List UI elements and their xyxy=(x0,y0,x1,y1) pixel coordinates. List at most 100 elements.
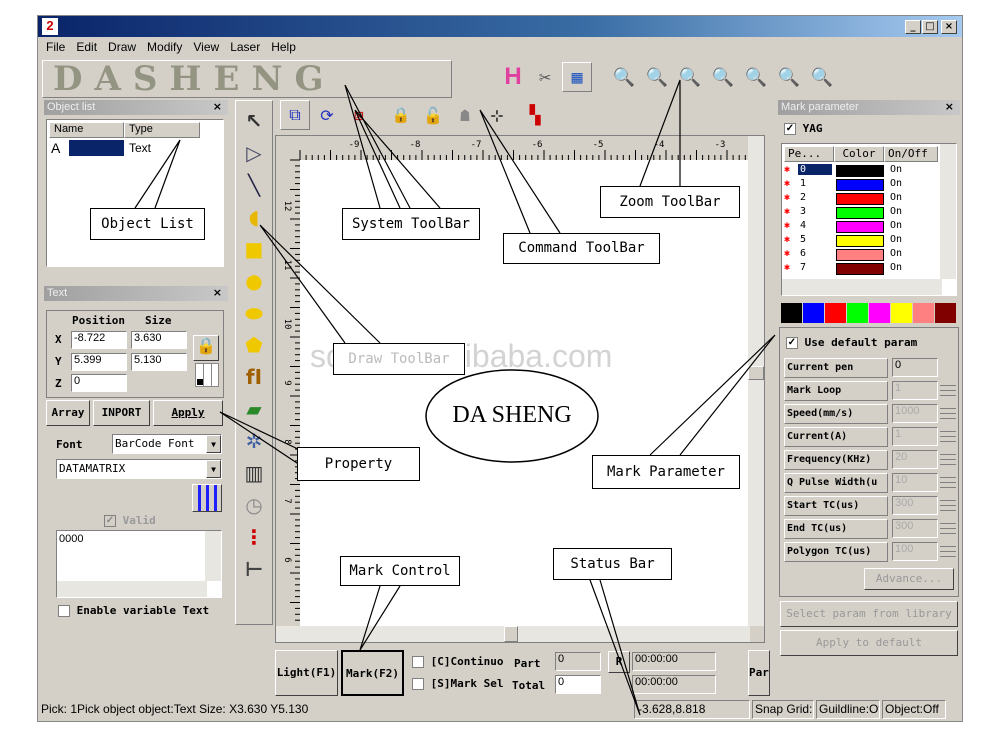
vector-file-icon[interactable]: ✲ xyxy=(240,427,268,455)
circle-icon[interactable]: ● xyxy=(240,267,268,295)
barcode-settings-button[interactable] xyxy=(192,484,222,512)
object-name[interactable]: A xyxy=(51,140,60,156)
menu-file[interactable]: File xyxy=(46,40,65,54)
pen-list[interactable]: Pe... Color On/Off ✱ 0 On ✱ 1 On ✱ 2 On ✱ 3 On ✱ 4 On ✱… xyxy=(781,143,957,296)
rotate-group-icon[interactable]: ⟳ xyxy=(312,100,342,130)
param-value-input[interactable]: 1000 xyxy=(892,404,938,423)
mark-sel-checkbox[interactable]: [S]Mark Sel xyxy=(412,677,503,690)
column-on-off[interactable]: On/Off xyxy=(884,146,938,162)
close-button[interactable]: × xyxy=(941,20,957,34)
menu-edit[interactable]: Edit xyxy=(76,40,97,54)
advance-button[interactable]: Advance... xyxy=(864,568,954,590)
horizontal-scrollbar[interactable] xyxy=(57,581,207,597)
node-edit-icon[interactable]: ▷ xyxy=(240,139,268,167)
zoom-in-icon[interactable]: 🔍 xyxy=(643,62,671,92)
zoom-out-icon[interactable]: 🔍 xyxy=(709,62,737,92)
spin-button[interactable] xyxy=(940,496,956,515)
object-list[interactable]: Name Type A Text xyxy=(46,119,224,267)
unlock-icon[interactable]: 🔓 xyxy=(418,100,448,130)
polygon-icon[interactable]: ⬟ xyxy=(240,331,268,359)
palette-color-swatch[interactable] xyxy=(825,303,846,323)
zoom-window-icon[interactable]: 🔍 xyxy=(775,62,803,92)
tools-icon[interactable]: ✂ xyxy=(530,62,560,92)
menu-view[interactable]: View xyxy=(193,40,219,54)
scroll-thumb[interactable] xyxy=(504,626,518,642)
y-position-input[interactable]: 5.399 xyxy=(71,353,127,371)
param-value-input[interactable]: 100 xyxy=(892,542,938,561)
import-button[interactable]: INPORT xyxy=(93,400,150,426)
x-position-input[interactable]: -8.722 xyxy=(71,331,127,349)
lock-ratio-button[interactable]: 🔒 xyxy=(193,335,219,361)
pen-row[interactable]: ✱ 0 On xyxy=(784,164,954,178)
enable-variable-text-checkbox[interactable]: Enable variable Text xyxy=(58,604,209,617)
use-default-param-checkbox[interactable]: ✓ Use default param xyxy=(786,336,917,349)
snap-grid-status[interactable]: Snap Grid:( xyxy=(752,700,814,719)
delay-icon[interactable]: ⊢ xyxy=(240,555,268,583)
column-pen[interactable]: Pe... xyxy=(784,146,834,162)
scroll-thumb[interactable] xyxy=(748,366,764,380)
param-value-input[interactable]: 0 xyxy=(892,358,938,377)
pen-row[interactable]: ✱ 7 On xyxy=(784,262,954,276)
palette-color-swatch[interactable] xyxy=(781,303,802,323)
image-icon[interactable]: ▰ xyxy=(240,395,268,423)
dasheng-logo-toolbar[interactable]: DASHENG xyxy=(53,59,336,99)
param-button[interactable]: Par xyxy=(748,650,770,696)
vertical-scrollbar[interactable] xyxy=(205,531,221,581)
total-count-input[interactable]: 0 xyxy=(555,675,601,694)
zoom-plus-icon[interactable]: 🔍 xyxy=(676,62,704,92)
timer-icon[interactable]: ◷ xyxy=(240,491,268,519)
object-selection[interactable] xyxy=(69,140,124,156)
unlock-all-icon[interactable]: ☗ xyxy=(450,100,480,130)
barcode-type-select[interactable]: DATAMATRIX ▼ xyxy=(56,459,222,479)
param-value-input[interactable]: 300 xyxy=(892,519,938,538)
spin-button[interactable] xyxy=(940,404,956,423)
palette-color-swatch[interactable] xyxy=(891,303,912,323)
table-icon[interactable]: ▦ xyxy=(562,62,592,92)
select-group-icon[interactable]: ⧉ xyxy=(280,100,310,130)
param-value-input[interactable]: 300 xyxy=(892,496,938,515)
close-icon[interactable]: × xyxy=(213,100,222,113)
pen-row[interactable]: ✱ 3 On xyxy=(784,206,954,220)
palette-color-swatch[interactable] xyxy=(847,303,868,323)
minimize-button[interactable]: _ xyxy=(905,20,921,34)
param-value-input[interactable]: 1 xyxy=(892,427,938,446)
pen-row[interactable]: ✱ 2 On xyxy=(784,192,954,206)
palette-color-swatch[interactable] xyxy=(935,303,956,323)
ellipse-icon[interactable]: ⬬ xyxy=(240,299,268,327)
hatch-icon[interactable]: H xyxy=(498,62,528,92)
column-color[interactable]: Color xyxy=(834,146,884,162)
select-arrow-icon[interactable]: ↖ xyxy=(240,107,268,135)
spin-button[interactable] xyxy=(940,473,956,492)
spin-button[interactable] xyxy=(940,519,956,538)
palette-color-swatch[interactable] xyxy=(913,303,934,323)
yag-checkbox[interactable]: ✓ YAG xyxy=(784,122,823,135)
zoom-fit-icon[interactable]: 🔍 xyxy=(808,62,836,92)
spin-button[interactable] xyxy=(940,427,956,446)
rectangle-icon[interactable]: ■ xyxy=(240,235,268,263)
guideline-status[interactable]: Guildline:Of xyxy=(816,700,880,719)
menu-draw[interactable]: Draw xyxy=(108,40,136,54)
column-type[interactable]: Type xyxy=(124,122,200,138)
close-icon[interactable]: × xyxy=(945,100,954,113)
apply-button[interactable]: Apply xyxy=(153,400,223,426)
z-position-input[interactable]: 0 xyxy=(71,374,127,392)
chevron-down-icon[interactable]: ▼ xyxy=(206,435,221,453)
continuo-checkbox[interactable]: [C]Continuo xyxy=(412,655,503,668)
pen-row[interactable]: ✱ 4 On xyxy=(784,220,954,234)
pen-row[interactable]: ✱ 1 On xyxy=(784,178,954,192)
vertical-scrollbar[interactable] xyxy=(748,136,764,626)
font-select[interactable]: BarCode Font ▼ xyxy=(112,434,222,454)
text-content-input[interactable]: 0000 xyxy=(56,530,222,598)
chevron-down-icon[interactable]: ▼ xyxy=(206,460,221,478)
line-icon[interactable]: ╲ xyxy=(240,171,268,199)
traffic-light-icon[interactable]: ⋮ xyxy=(240,523,268,551)
pen-layers-icon[interactable]: ▚ xyxy=(520,100,550,130)
text-icon[interactable]: fI xyxy=(240,363,268,391)
anchor-grid-icon[interactable] xyxy=(195,363,219,387)
menu-help[interactable]: Help xyxy=(271,40,296,54)
maximize-button[interactable]: □ xyxy=(922,20,938,34)
menu-laser[interactable]: Laser xyxy=(230,40,260,54)
spin-button[interactable] xyxy=(940,542,956,561)
light-button[interactable]: Light(F1) xyxy=(275,650,338,696)
zoom-icon[interactable]: 🔍 xyxy=(610,62,638,92)
